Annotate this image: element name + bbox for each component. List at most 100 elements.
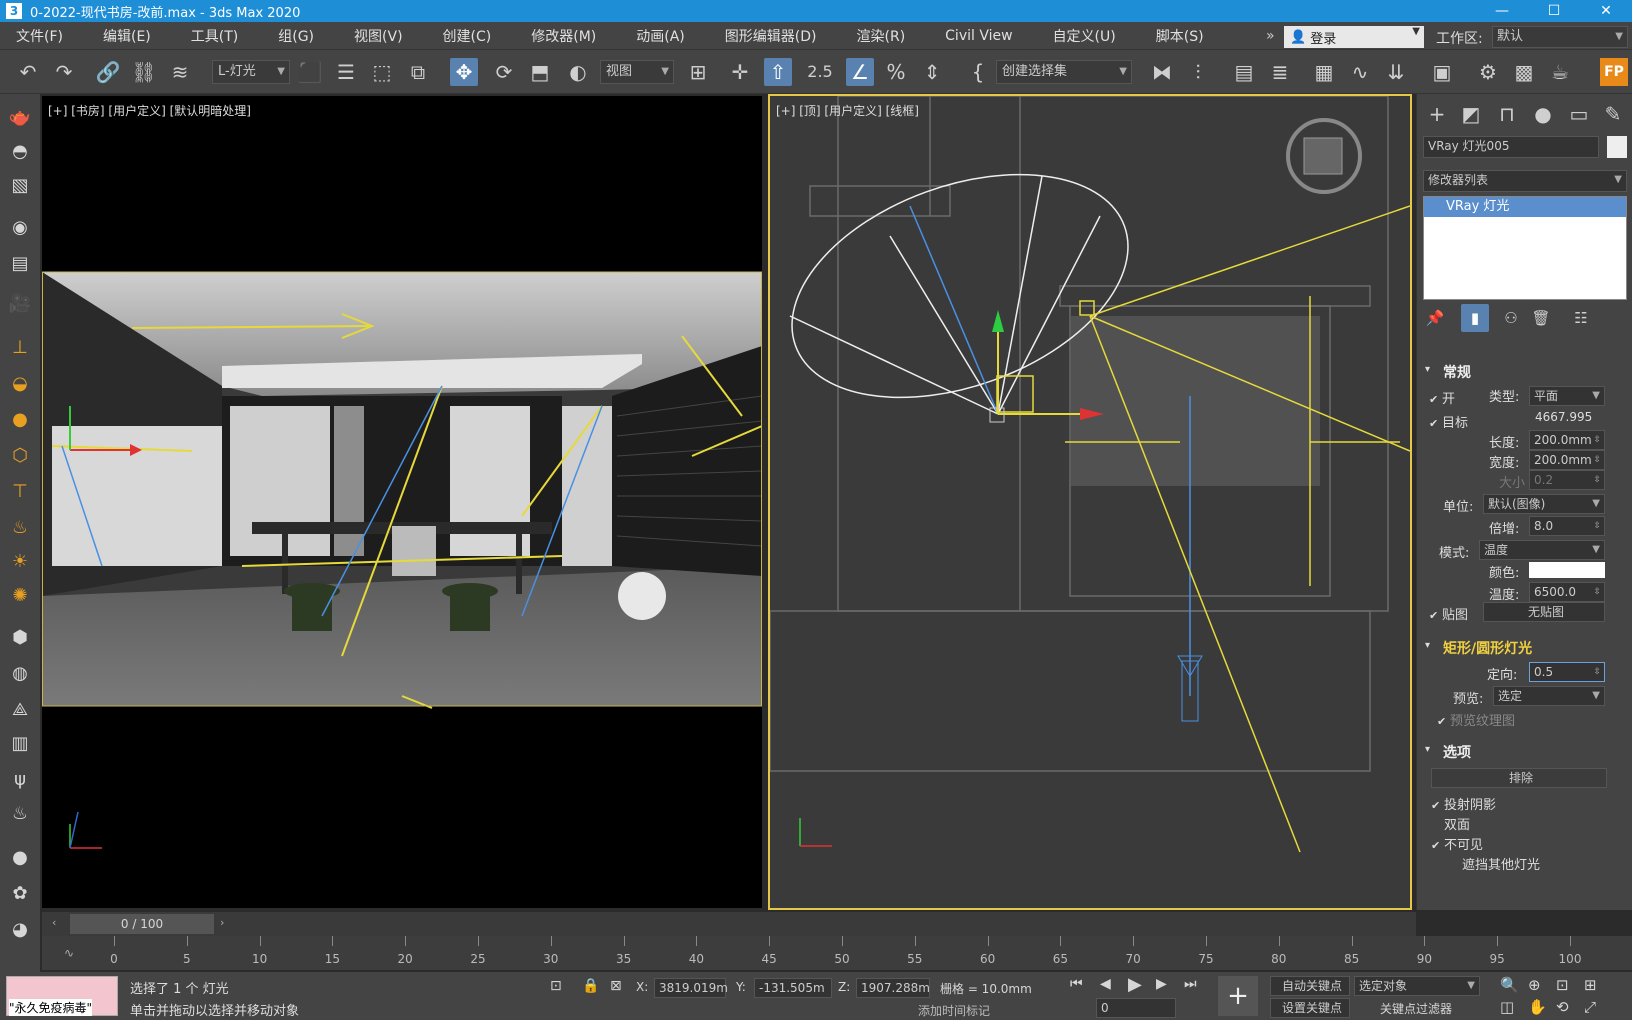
undo-icon[interactable]: ↶ xyxy=(14,58,42,86)
time-slider[interactable]: ‹ 0 / 100 › xyxy=(42,912,1416,936)
ambient-light-icon[interactable]: ✺ xyxy=(6,582,34,610)
fp-plugin-button[interactable]: FP xyxy=(1600,58,1628,86)
select-and-rotate-icon[interactable]: ⟳ xyxy=(490,58,518,86)
directional-spinner[interactable]: 0.5 ⇳ xyxy=(1529,662,1605,682)
select-and-scale-icon[interactable]: ⬒ xyxy=(526,58,554,86)
type-dropdown[interactable]: 平面 ▼ xyxy=(1529,386,1605,406)
menu-animation[interactable]: 动画(A) xyxy=(620,26,685,46)
modifier-list-dropdown[interactable]: 修改器列表 ▼ xyxy=(1423,170,1627,192)
menu-graph-editors[interactable]: 图形编辑器(D) xyxy=(709,26,817,46)
selection-lock-toggle-icon[interactable]: 🔒 xyxy=(582,978,599,994)
general-rollout-title[interactable]: 常规 xyxy=(1443,362,1471,382)
menu-file[interactable]: 文件(F) xyxy=(0,26,63,46)
mesh-light-icon[interactable]: ⬡ xyxy=(6,442,34,470)
menu-civil-view[interactable]: Civil View xyxy=(929,28,1012,44)
target-checkbox[interactable]: ✔ 目标 xyxy=(1429,412,1468,431)
remove-modifier-icon[interactable]: 🗑 xyxy=(1527,304,1555,332)
proxy-icon[interactable]: ⬢ xyxy=(6,624,34,652)
material-library-icon[interactable]: ✿ xyxy=(6,880,34,908)
utilities-tab-icon[interactable]: ✎ xyxy=(1599,100,1627,128)
menu-rendering[interactable]: 渲染(R) xyxy=(841,26,906,46)
window-crossing-icon[interactable]: ⧉ xyxy=(404,58,432,86)
menu-views[interactable]: 视图(V) xyxy=(338,26,403,46)
sphere-icon[interactable]: ◍ xyxy=(6,660,34,688)
render-frame-icon[interactable]: ▤ xyxy=(6,250,34,278)
maximize-button[interactable]: ☐ xyxy=(1528,0,1580,22)
light-color-swatch[interactable] xyxy=(1529,562,1605,578)
width-spinner[interactable]: 200.0mm ⇳ xyxy=(1529,450,1605,470)
schematic-view-icon[interactable]: ⇊ xyxy=(1382,58,1410,86)
render-production-icon[interactable]: ☕ xyxy=(1546,58,1574,86)
link-icon[interactable]: 🔗 xyxy=(94,58,122,86)
unlink-icon[interactable]: ⛓ xyxy=(130,58,158,86)
camera-viewport-label[interactable]: [+] [书房] [用户定义] [默认明暗处理] xyxy=(48,102,251,119)
menu-scripting[interactable]: 脚本(S) xyxy=(1140,26,1204,46)
object-color-swatch[interactable] xyxy=(1607,136,1627,158)
rect-disc-rollout-title[interactable]: 矩形/圆形灯光 xyxy=(1443,638,1532,658)
spot-light-icon[interactable]: ⊤ xyxy=(6,478,34,506)
go-to-start-icon[interactable]: ⏮ xyxy=(1070,976,1083,992)
angle-snap-icon[interactable]: ∠ xyxy=(846,58,874,86)
play-icon[interactable]: ▶ xyxy=(1128,974,1142,995)
camera-icon[interactable]: 🎥 xyxy=(6,290,34,318)
pin-stack-icon[interactable]: 📌 xyxy=(1421,304,1449,332)
units-dropdown[interactable]: 默认(图像) ▼ xyxy=(1483,494,1605,514)
set-key-button[interactable]: 设置关键点 xyxy=(1270,998,1350,1018)
time-next-icon[interactable]: › xyxy=(220,916,224,929)
named-selection-dropdown[interactable]: 创建选择集 ▼ xyxy=(996,60,1132,84)
texture-map-button[interactable]: 无贴图 xyxy=(1483,602,1605,622)
preview-texture-checkbox[interactable]: ✔ 预览纹理图 xyxy=(1437,710,1515,729)
scene-explorer-icon[interactable]: ▤ xyxy=(1230,58,1258,86)
box-icon[interactable]: ▧ xyxy=(6,172,34,200)
workspace-dropdown[interactable]: 默认 ▼ xyxy=(1492,26,1628,48)
display-tab-icon[interactable]: ▭ xyxy=(1565,100,1593,128)
configure-sets-icon[interactable]: ☷ xyxy=(1567,304,1595,332)
length-spinner[interactable]: 200.0mm ⇳ xyxy=(1529,430,1605,450)
light-icon[interactable]: ⊥ xyxy=(6,334,34,362)
sphere-light-icon[interactable]: ● xyxy=(6,406,34,434)
grass-icon[interactable]: ψ xyxy=(6,766,34,794)
render-icon[interactable]: ◉ xyxy=(6,214,34,242)
snap-toggle-icon[interactable]: 2.5 xyxy=(806,58,834,86)
modify-tab-icon[interactable]: ◩ xyxy=(1457,100,1485,128)
plane-icon[interactable]: ⟁ xyxy=(6,696,34,724)
mirror-icon[interactable]: ⧓ xyxy=(1148,58,1176,86)
stack-item-vray-light[interactable]: VRay 灯光 xyxy=(1424,197,1626,217)
motion-tab-icon[interactable]: ● xyxy=(1529,100,1557,128)
teapot-icon[interactable]: 🫖 xyxy=(6,104,34,132)
menu-create[interactable]: 创建(C) xyxy=(427,26,492,46)
go-to-end-icon[interactable]: ⏭ xyxy=(1184,976,1197,992)
isolate-selection-icon[interactable]: ⊡ xyxy=(550,978,562,994)
ribbon-toggle-icon[interactable]: ▦ xyxy=(1310,58,1338,86)
previous-frame-icon[interactable]: ◀ xyxy=(1100,976,1111,992)
set-key-big-button[interactable]: + xyxy=(1218,976,1258,1016)
menu-edit[interactable]: 编辑(E) xyxy=(87,26,151,46)
material-ball-icon[interactable]: ● xyxy=(6,844,34,872)
fire-icon[interactable]: ♨ xyxy=(6,800,34,828)
rollout-toggle-icon[interactable]: ▾ xyxy=(1425,364,1430,375)
time-slider-thumb[interactable]: 0 / 100 xyxy=(70,914,214,934)
named-selection-edit-icon[interactable]: { xyxy=(964,58,992,86)
torus-icon[interactable]: ◓ xyxy=(6,138,34,166)
curve-editor-mini-icon[interactable]: ∿ xyxy=(64,946,74,960)
percent-snap-icon[interactable]: % xyxy=(882,58,910,86)
spinner-snap-icon[interactable]: ⇕ xyxy=(918,58,946,86)
select-and-place-icon[interactable]: ◐ xyxy=(564,58,592,86)
invisible-checkbox[interactable]: ✔ 不可见 xyxy=(1431,834,1483,853)
render-setup-icon[interactable]: ⚙ xyxy=(1474,58,1502,86)
modifier-stack[interactable]: VRay 灯光 xyxy=(1423,196,1627,300)
zoom-all-icon[interactable]: ⊕ xyxy=(1528,976,1541,994)
mode-dropdown[interactable]: 温度 ▼ xyxy=(1479,540,1605,560)
select-by-name-icon[interactable]: ☰ xyxy=(332,58,360,86)
menu-overflow-button[interactable]: » xyxy=(1266,28,1275,44)
on-checkbox[interactable]: ✔ 开 xyxy=(1429,388,1455,407)
select-object-icon[interactable]: ⬛ xyxy=(296,58,324,86)
maxscript-listener[interactable]: "永久免疫病毒" xyxy=(6,976,118,1016)
zoom-extents-all-icon[interactable]: ⊞ xyxy=(1584,976,1597,994)
palette-icon[interactable]: ◕ xyxy=(6,916,34,944)
rendered-frame-window-icon[interactable]: ▩ xyxy=(1510,58,1538,86)
next-frame-icon[interactable]: ▶ xyxy=(1156,976,1167,992)
preview-dropdown[interactable]: 选定 ▼ xyxy=(1493,686,1605,706)
hierarchy-tab-icon[interactable]: ⊓ xyxy=(1493,100,1521,128)
rectangular-selection-icon[interactable]: ⬚ xyxy=(368,58,396,86)
